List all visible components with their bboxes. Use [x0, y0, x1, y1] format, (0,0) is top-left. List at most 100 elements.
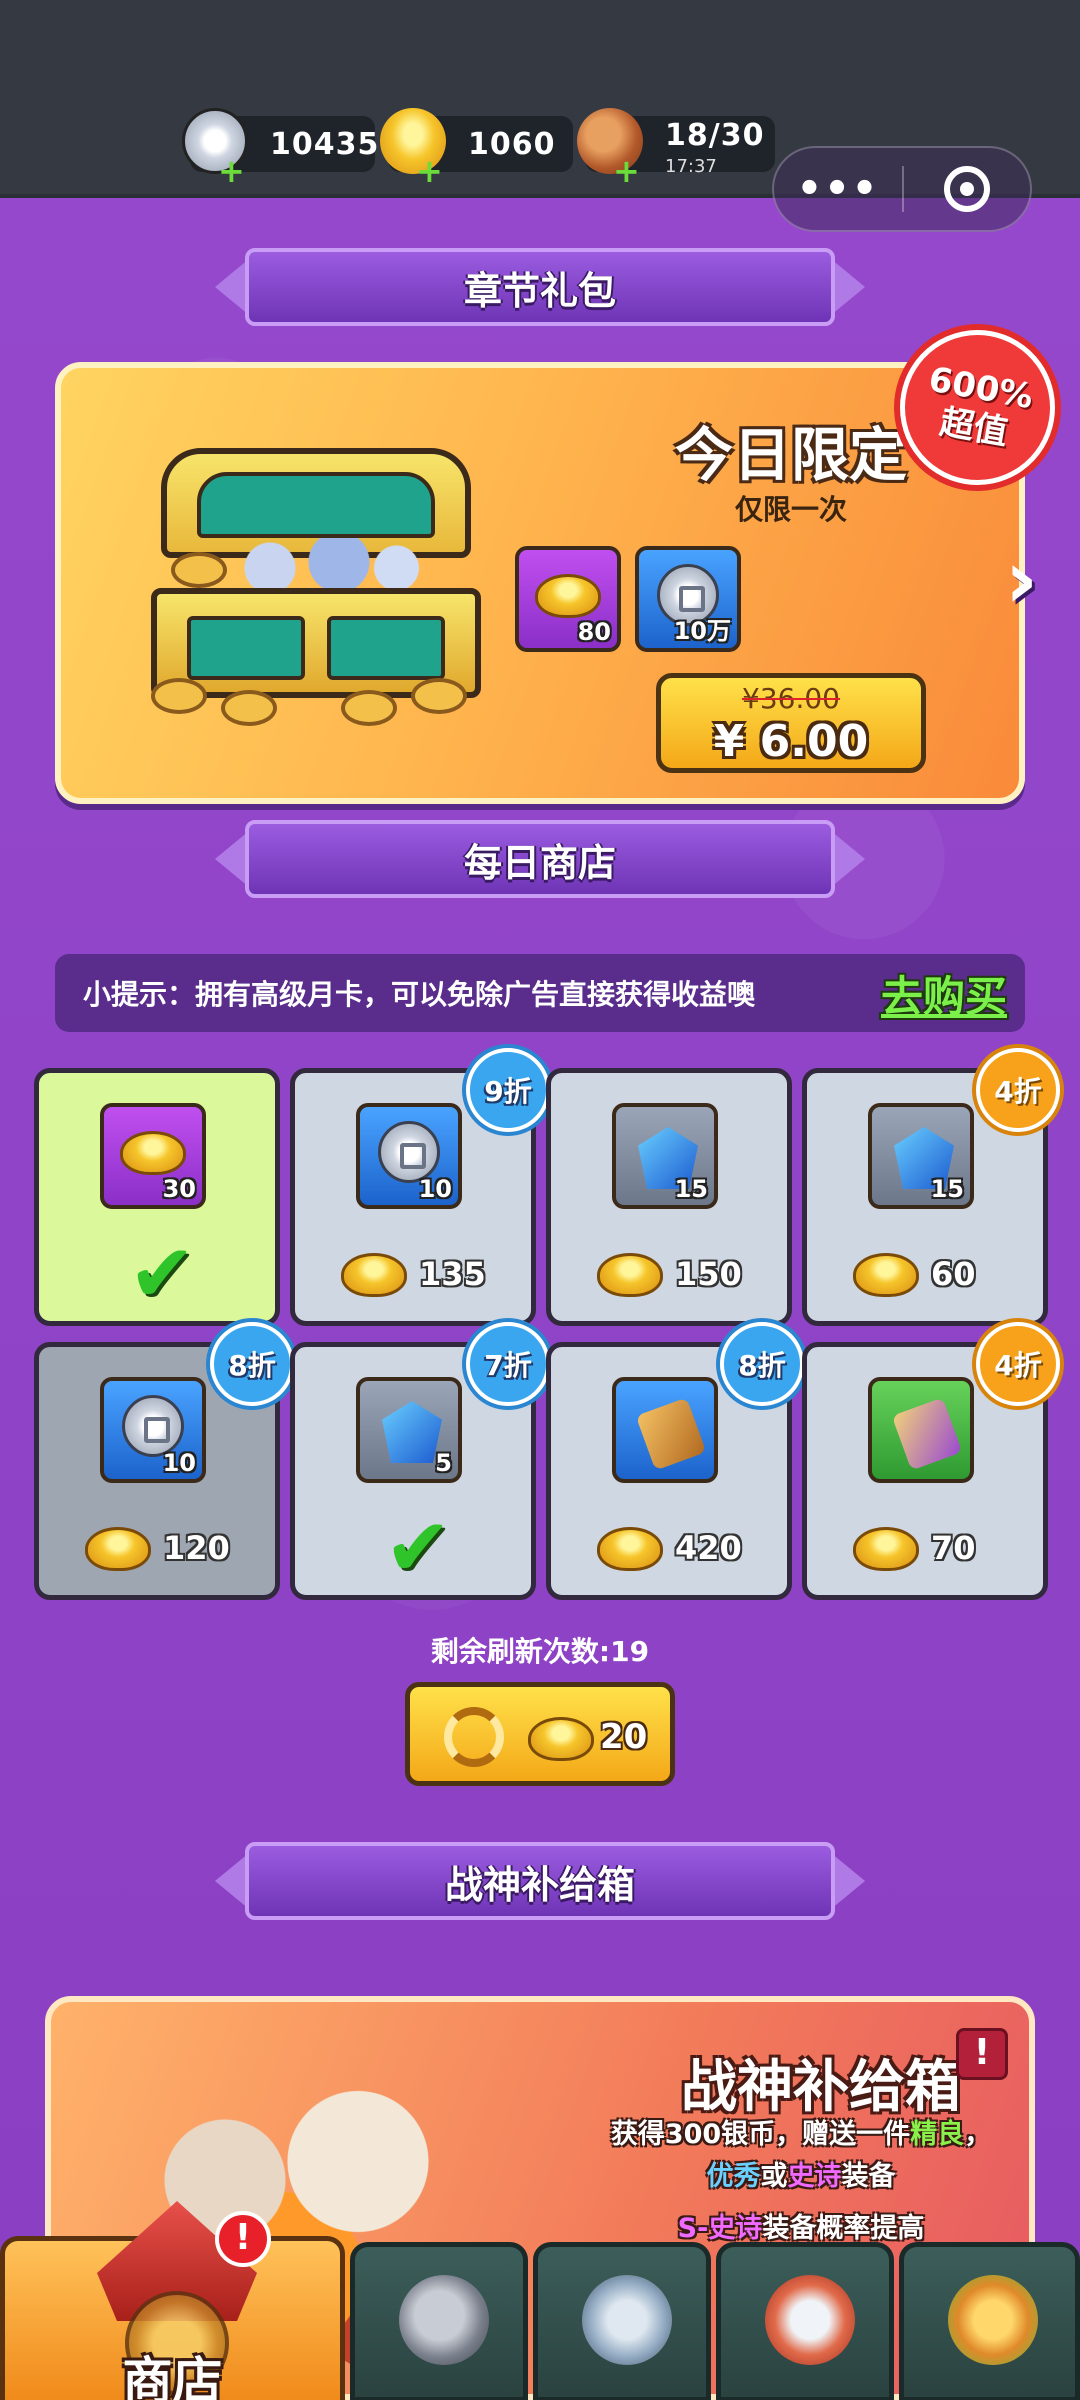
discount-badge: 4折	[976, 1322, 1060, 1406]
treasure-chest-icon	[141, 428, 501, 726]
add-gold-icon[interactable]: +	[416, 155, 443, 187]
scroll-icon	[635, 1397, 707, 1471]
buy-chapter-pack-button[interactable]: ¥36.00 ¥ 6.00	[656, 673, 926, 773]
alert-badge-icon: !	[215, 2211, 271, 2267]
gold-ingot-icon	[85, 1527, 151, 1571]
item-slot	[868, 1377, 974, 1483]
armor-shard-icon	[382, 1401, 442, 1463]
item-slot: 5	[356, 1377, 462, 1483]
gold-ingot-icon	[597, 1527, 663, 1571]
add-silver-icon[interactable]: +	[218, 155, 245, 187]
next-pack-arrow-icon[interactable]: ›	[1005, 540, 1065, 620]
desc-text: 获得300银币，赠送一件	[610, 2119, 911, 2150]
go-buy-link[interactable]: 去购买	[881, 963, 1007, 1024]
silver-resource[interactable]: + 10435	[182, 108, 378, 187]
shop-cell-weapon-shard[interactable]: 15 150	[546, 1068, 792, 1326]
desc-text: 或	[760, 2161, 788, 2192]
item-qty: 15	[674, 1175, 708, 1203]
gold-ingot-icon	[120, 1131, 186, 1175]
desc-text: 装备	[841, 2161, 896, 2192]
gold-value: 1060	[468, 126, 556, 162]
supply-desc-line1: 获得300银币，赠送一件精良，	[571, 2112, 1031, 2151]
chapter-pack-ribbon: 章节礼包	[215, 244, 865, 330]
item-price: 70	[807, 1523, 1043, 1573]
refresh-shop-button[interactable]: 20	[405, 1682, 675, 1786]
sale-price: ¥ 6.00	[713, 716, 869, 767]
crossed-swords-icon	[582, 2275, 672, 2365]
info-icon[interactable]: !	[956, 2028, 1008, 2080]
item-slot: 15	[868, 1103, 974, 1209]
desc-text: ，	[964, 2119, 992, 2150]
top-bar: + 10435 + 1060 + 18/30 17:37 •••	[0, 0, 1080, 232]
price-value: 150	[675, 1255, 742, 1293]
item-price: 135	[295, 1249, 531, 1299]
item-price: 120	[39, 1523, 275, 1573]
refresh-count-label: 剩余刷新次数:19	[430, 1635, 650, 1668]
original-price: ¥36.00	[742, 682, 840, 715]
price-value: 120	[163, 1529, 230, 1567]
discount-badge: 9折	[466, 1048, 550, 1132]
nav-tab-battle[interactable]	[533, 2242, 711, 2400]
item-qty: 10	[162, 1449, 196, 1477]
reward-qty: 80	[577, 618, 611, 646]
stamina-value: 18/30	[665, 118, 765, 153]
item-slot: 15	[612, 1103, 718, 1209]
scroll-icon	[891, 1397, 963, 1471]
chapter-pack-card[interactable]: 今日限定 仅限一次 80 10万 ¥36.00 ¥ 6.00	[55, 362, 1025, 804]
item-slot: 10	[100, 1377, 206, 1483]
reward-silver-coin[interactable]: 10万	[635, 546, 741, 652]
silver-value: 10435	[270, 126, 380, 162]
rarity-fine: 精良	[910, 2119, 965, 2150]
rarity-epic: 史诗	[787, 2161, 842, 2192]
fist-upgrade-icon	[948, 2275, 1038, 2365]
section-title: 战神补给箱	[245, 1842, 835, 1920]
item-price: 150	[551, 1249, 787, 1299]
monthly-card-tip: 小提示：拥有高级月卡，可以免除广告直接获得收益噢 去购买	[55, 954, 1025, 1032]
gold-ingot-icon	[853, 1253, 919, 1297]
miniprogram-capsule: •••	[772, 146, 1032, 232]
bottom-nav: 商店 !	[0, 2201, 1080, 2400]
refresh-cost: 20	[600, 1717, 648, 1757]
nav-tab-shop[interactable]: 商店 !	[0, 2201, 345, 2400]
discount-badge: 4折	[976, 1048, 1060, 1132]
stamina-timer: 17:37	[665, 156, 717, 177]
close-button[interactable]	[904, 166, 1030, 212]
supply-box-ribbon: 战神补给箱	[215, 1838, 865, 1924]
nav-tab-pet[interactable]	[716, 2242, 894, 2400]
item-price: 420	[551, 1523, 787, 1573]
more-menu-button[interactable]: •••	[774, 166, 902, 212]
reward-gold-ingot[interactable]: 80	[515, 546, 621, 652]
section-title: 每日商店	[245, 820, 835, 898]
rarity-excellent: 优秀	[706, 2161, 761, 2192]
price-value: 135	[419, 1255, 486, 1293]
purchased-check-icon: ✔	[128, 1227, 196, 1320]
discount-badge: 8折	[210, 1322, 294, 1406]
item-slot: 30	[100, 1103, 206, 1209]
shop-cell-gold-ingot[interactable]: 30 ✔	[34, 1068, 280, 1326]
gold-ingot-icon	[853, 1527, 919, 1571]
discount-badge: 7折	[466, 1322, 550, 1406]
item-qty: 10	[418, 1175, 452, 1203]
tip-text: 小提示：拥有高级月卡，可以免除广告直接获得收益噢	[83, 978, 756, 1011]
purchased-check-icon: ✔	[384, 1501, 452, 1594]
stamina-resource[interactable]: + 18/30 17:37	[577, 108, 775, 187]
gold-ingot-icon	[535, 574, 601, 618]
price-value: 70	[931, 1529, 976, 1567]
helmet-icon	[399, 2275, 489, 2365]
gold-ingot-icon	[528, 1717, 594, 1761]
nav-tab-hero[interactable]	[350, 2242, 528, 2400]
gold-resource[interactable]: + 1060	[380, 108, 573, 187]
add-stamina-icon[interactable]: +	[613, 155, 640, 187]
gold-ingot-icon	[341, 1253, 407, 1297]
gold-ingot-icon	[597, 1253, 663, 1297]
target-icon	[943, 166, 990, 212]
price-value: 420	[675, 1529, 742, 1567]
nav-tab-upgrade[interactable]	[899, 2242, 1080, 2400]
supply-box-title: 战神补给箱	[681, 2055, 961, 2120]
reward-qty: 10万	[673, 617, 731, 645]
price-value: 60	[931, 1255, 976, 1293]
item-slot: 10	[356, 1103, 462, 1209]
discount-badge: 8折	[720, 1322, 804, 1406]
offer-subtitle: 仅限一次	[734, 493, 847, 526]
winged-helmet-icon	[765, 2275, 855, 2365]
